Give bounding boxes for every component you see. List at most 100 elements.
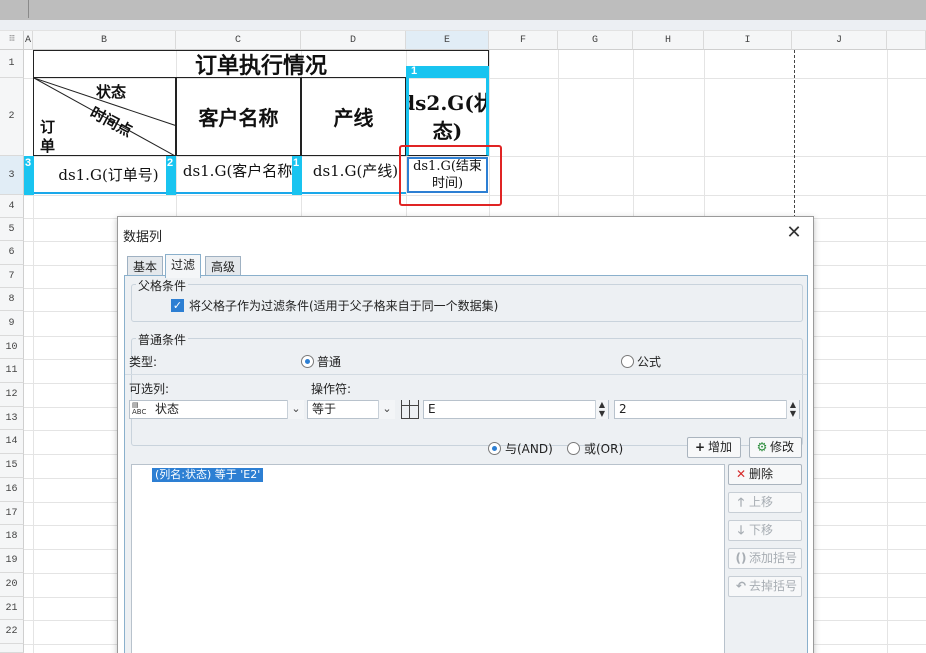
type-normal-label: 普通 [317,355,342,369]
expand-marker-label: 1 [411,65,418,77]
plus-icon: + [694,440,706,454]
parent-condition-title: 父格条件 [136,277,189,294]
spin-down-icon[interactable]: ▼ [787,409,799,418]
line-data-cell[interactable]: ds1.G(产线) [301,156,406,194]
add-bracket-button[interactable]: () 添加括号 [728,548,802,569]
close-icon[interactable]: ✕ [783,223,805,243]
tab-filter[interactable]: 过滤 [165,254,202,278]
column-header-c[interactable]: C [176,31,301,50]
formula-strip [0,20,926,31]
select-all-corner[interactable]: ⁝⁝⁝ [0,31,24,50]
row-header-21[interactable]: 21 [0,597,24,620]
modify-button-label: 修改 [770,440,795,454]
chevron-down-icon[interactable]: ⌄ [378,400,395,419]
column-header-j[interactable]: J [792,31,887,50]
diagonal-header-cell[interactable]: 状态 时间点 订 单 [33,77,176,156]
value-field-1[interactable]: E [423,400,609,419]
row-header-17[interactable]: 17 [0,502,24,525]
expand-marker-label: 2 [167,157,174,169]
column-header-k[interactable] [887,31,926,50]
line-header-cell[interactable]: 产线 [301,77,406,156]
add-button[interactable]: + 增加 [687,437,741,458]
top-toolbar-strip [0,0,926,20]
row-header-23[interactable] [0,644,24,653]
remove-bracket-label: 去掉括号 [749,579,798,593]
row-header-5[interactable]: 5 [0,218,24,241]
customer-header-cell[interactable]: 客户名称 [176,77,301,156]
row-header-12[interactable]: 12 [0,383,24,407]
column-header-a[interactable]: A [24,31,33,50]
filter-panel: 父格条件 ✓ 将父格子作为过滤条件(适用于父子格来自于同一个数据集) 普通条件 … [124,275,808,653]
row-header-13[interactable]: 13 [0,407,24,430]
add-bracket-label: 添加括号 [749,551,798,565]
row-header-18[interactable]: 18 [0,525,24,549]
and-radio[interactable] [488,442,501,455]
row-header-6[interactable]: 6 [0,241,24,265]
type-normal-radio[interactable] [301,355,314,368]
row-header-14[interactable]: 14 [0,430,24,454]
or-label: 或(OR) [584,442,624,456]
spinner-2[interactable]: ▲ ▼ [786,400,799,419]
value-field-2[interactable]: 2 [614,400,800,419]
column-header-d[interactable]: D [301,31,406,50]
order-data-cell[interactable]: ds1.G(订单号) [33,156,176,194]
or-radio[interactable] [567,442,580,455]
row-header-1[interactable]: 1 [0,50,24,78]
column-header-g[interactable]: G [558,31,633,50]
customer-data-cell[interactable]: ds1.G(客户名称) [176,156,301,194]
spin-down-icon[interactable]: ▼ [596,409,608,418]
row-header-19[interactable]: 19 [0,549,24,573]
arrow-down-icon: 🡓 [737,523,745,537]
spin-up-icon[interactable]: ▲ [787,400,799,409]
modify-button[interactable]: ⚙ 修改 [749,437,802,458]
row-header-20[interactable]: 20 [0,573,24,597]
column-select[interactable]: 状态 [129,400,304,419]
row-header-22[interactable]: 22 [0,620,24,644]
row-header-7[interactable]: 7 [0,265,24,288]
parent-condition-group: 父格条件 ✓ 将父格子作为过滤条件(适用于父子格来自于同一个数据集) [131,277,803,322]
column-header-i[interactable]: I [704,31,792,50]
delete-button[interactable]: ✕ 删除 [728,464,802,485]
row-header-15[interactable]: 15 [0,454,24,478]
parent-filter-checkbox[interactable]: ✓ [171,299,184,312]
move-down-button[interactable]: 🡓 下移 [728,520,802,541]
row-header-9[interactable]: 9 [0,311,24,336]
spin-up-icon[interactable]: ▲ [596,400,608,409]
column-header-h[interactable]: H [633,31,704,50]
divider [125,374,807,375]
delete-icon: ✕ [735,467,747,481]
condition-item[interactable]: (列名:状态) 等于 'E2' [152,468,264,482]
value-field-2-text: 2 [619,402,627,416]
cell-reference-icon[interactable] [401,400,419,419]
row-header-4[interactable]: 4 [0,195,24,218]
remove-bracket-button[interactable]: ↶ 去掉括号 [728,576,802,597]
expand-marker-label: 1 [293,157,300,169]
condition-list[interactable]: (列名:状态) 等于 'E2' [131,464,725,653]
move-up-label: 上移 [749,495,774,509]
row-header-3[interactable]: 3 [0,156,24,195]
type-formula-label: 公式 [637,355,662,369]
column-select-value: 状态 [155,402,180,416]
move-up-button[interactable]: 🡑 上移 [728,492,802,513]
column-header-b[interactable]: B [33,31,176,50]
delete-button-label: 删除 [749,467,774,481]
column-label: 可选列: [129,382,170,396]
diagonal-label-top: 状态 [96,83,127,101]
chevron-down-icon[interactable]: ⌄ [287,400,304,419]
column-header-f[interactable]: F [489,31,558,50]
add-button-label: 增加 [708,440,733,454]
row-header-11[interactable]: 11 [0,359,24,383]
arrow-up-icon: 🡑 [737,495,745,509]
gridline [887,50,888,653]
diagonal-label-bottom-2: 单 [40,137,56,155]
row-header-2[interactable]: 2 [0,78,24,156]
row-header-10[interactable]: 10 [0,336,24,359]
column-header-e[interactable]: E [406,31,489,50]
type-label: 类型: [129,355,158,369]
spinner-1[interactable]: ▲ ▼ [595,400,608,419]
dialog-title: 数据列 [123,229,163,244]
row-header-16[interactable]: 16 [0,478,24,502]
operator-select-value: 等于 [312,402,337,416]
row-header-8[interactable]: 8 [0,288,24,311]
type-formula-radio[interactable] [621,355,634,368]
